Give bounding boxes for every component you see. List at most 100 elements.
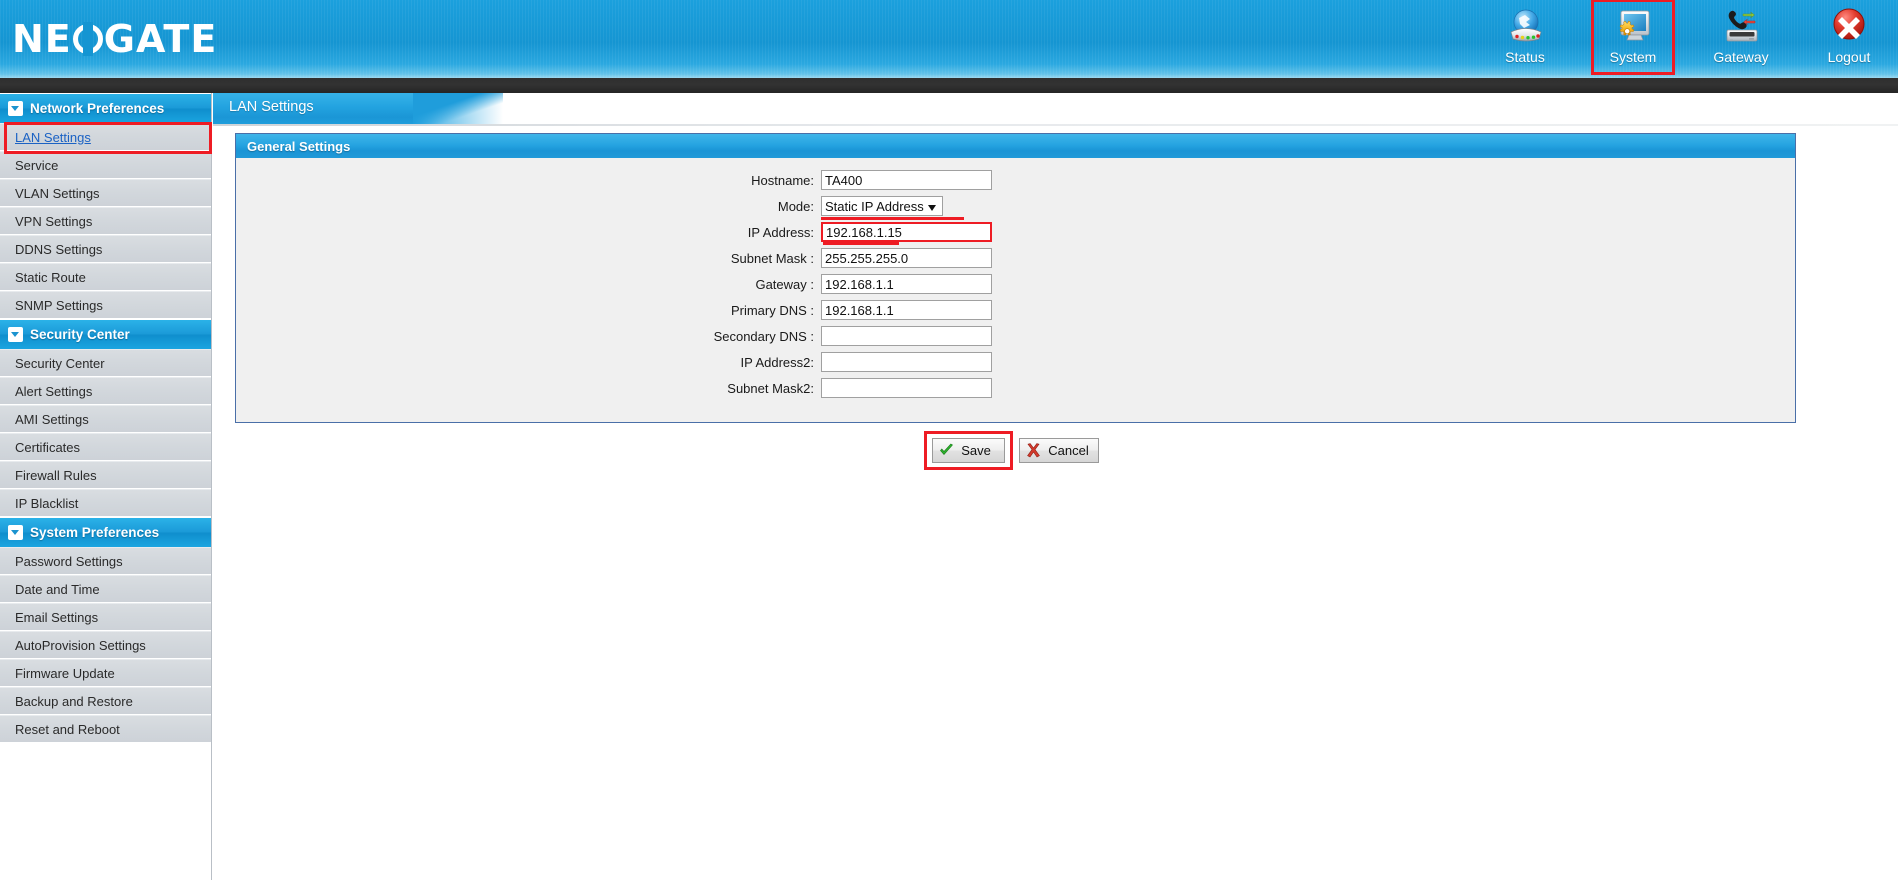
label-ip-address2: IP Address2:	[740, 354, 814, 370]
topnav-item-gateway[interactable]: ... Gateway	[1702, 2, 1780, 72]
label-subnet-mask: Subnet Mask :	[730, 250, 814, 266]
main-content: LAN Settings General Settings Hostname: …	[213, 93, 1898, 880]
subnet-mask2-input[interactable]	[821, 378, 992, 398]
topnav-label-status: Status	[1505, 49, 1545, 65]
panel-title: General Settings	[247, 138, 351, 154]
label-hostname: Hostname:	[751, 172, 814, 188]
save-button-label: Save	[961, 443, 991, 458]
sidebar-item-firmware-update[interactable]: Firmware Update	[0, 659, 211, 687]
form-row-ip-address2: IP Address2:	[236, 351, 1795, 373]
sidebar-item-label: VPN Settings	[15, 213, 93, 229]
sidebar-group-network-preferences[interactable]: Network Preferences	[0, 93, 211, 123]
sidebar-item-security-center[interactable]: Security Center	[0, 349, 211, 377]
cancel-button[interactable]: Cancel	[1019, 438, 1099, 463]
sidebar-group-label: Network Preferences	[30, 101, 165, 116]
sidebar-item-alert-settings[interactable]: Alert Settings	[0, 377, 211, 405]
control-hostname	[821, 170, 992, 190]
topnav-item-logout[interactable]: Logout	[1810, 2, 1888, 72]
label-gateway: Gateway :	[755, 276, 814, 292]
sidebar-item-label: Alert Settings	[15, 383, 93, 399]
sidebar-item-label: SNMP Settings	[15, 297, 103, 313]
sidebar-item-label: AMI Settings	[15, 411, 89, 427]
sidebar-item-snmp-settings[interactable]: SNMP Settings	[0, 291, 211, 319]
phone-gateway-icon: ...	[1719, 6, 1763, 48]
cancel-button-label: Cancel	[1048, 443, 1089, 458]
sidebar-navigation: Network Preferences LAN Settings Service…	[0, 93, 212, 880]
panel-header: General Settings	[236, 134, 1795, 158]
sidebar-item-ami-settings[interactable]: AMI Settings	[0, 405, 211, 433]
sidebar-item-label: Firewall Rules	[15, 467, 97, 483]
sidebar-item-certificates[interactable]: Certificates	[0, 433, 211, 461]
form-row-primary-dns: Primary DNS :	[236, 299, 1795, 321]
sidebar-group-system-preferences[interactable]: System Preferences	[0, 517, 211, 547]
form-row-subnet-mask: Subnet Mask :	[236, 247, 1795, 269]
neogate-logo: NE GATE	[12, 18, 217, 60]
sidebar-item-backup-and-restore[interactable]: Backup and Restore	[0, 687, 211, 715]
green-check-icon	[938, 442, 955, 459]
form-row-ip-address: IP Address:	[236, 221, 1795, 245]
page-tabbar: LAN Settings	[213, 93, 1898, 124]
sidebar-item-label: Static Route	[15, 269, 86, 285]
sidebar-group-security-center[interactable]: Security Center	[0, 319, 211, 349]
form-actions: Save Cancel	[235, 431, 1796, 470]
tabbar-underline	[213, 124, 1898, 126]
label-subnet-mask2: Subnet Mask2:	[727, 380, 814, 396]
control-mode: Static IP Address	[821, 196, 964, 220]
sidebar-item-vpn-settings[interactable]: VPN Settings	[0, 207, 211, 235]
secondary-dns-input[interactable]	[821, 326, 992, 346]
control-primary-dns	[821, 300, 992, 320]
sidebar-item-label: AutoProvision Settings	[15, 637, 146, 653]
topnav-item-system[interactable]: System	[1591, 0, 1675, 75]
sidebar-item-ddns-settings[interactable]: DDNS Settings	[0, 235, 211, 263]
control-ip-address	[821, 222, 992, 245]
mode-select[interactable]: Static IP Address	[821, 196, 943, 216]
subnet-mask-input[interactable]	[821, 248, 992, 268]
tab-label: LAN Settings	[229, 99, 314, 115]
sidebar-item-label: IP Blacklist	[15, 495, 79, 511]
primary-dns-input[interactable]	[821, 300, 992, 320]
sidebar-item-label: Backup and Restore	[15, 693, 133, 709]
sidebar-item-ip-blacklist[interactable]: IP Blacklist	[0, 489, 211, 517]
save-button[interactable]: Save	[932, 438, 1006, 463]
ip-address2-input[interactable]	[821, 352, 992, 372]
chevron-down-icon	[928, 205, 936, 211]
sidebar-item-service[interactable]: Service	[0, 151, 211, 179]
topnav-label-gateway: Gateway	[1713, 49, 1769, 65]
logout-cross-icon	[1827, 6, 1871, 48]
cancel-button-wrapper: Cancel	[1019, 438, 1099, 463]
logo-text-before: NE	[12, 17, 72, 61]
label-mode: Mode:	[777, 198, 814, 214]
sidebar-item-label: Date and Time	[15, 581, 100, 597]
sidebar-item-autoprovision-settings[interactable]: AutoProvision Settings	[0, 631, 211, 659]
sidebar-item-vlan-settings[interactable]: VLAN Settings	[0, 179, 211, 207]
sidebar-item-label: Email Settings	[15, 609, 99, 625]
label-primary-dns: Primary DNS :	[730, 302, 814, 318]
topnav-label-system: System	[1609, 49, 1657, 65]
form-row-subnet-mask2: Subnet Mask2:	[236, 377, 1795, 399]
hostname-input[interactable]	[821, 170, 992, 190]
sidebar-item-reset-and-reboot[interactable]: Reset and Reboot	[0, 715, 211, 743]
sidebar-group-label: Security Center	[30, 327, 130, 342]
monitor-gear-icon	[1611, 6, 1655, 48]
sidebar-item-label: Firmware Update	[15, 665, 115, 681]
save-button-wrapper: Save	[924, 431, 1014, 470]
sidebar-item-email-settings[interactable]: Email Settings	[0, 603, 211, 631]
ip-address-input[interactable]	[821, 222, 992, 242]
sidebar-item-lan-settings[interactable]: LAN Settings	[0, 123, 211, 151]
gateway-input[interactable]	[821, 274, 992, 294]
sidebar-item-static-route[interactable]: Static Route	[0, 263, 211, 291]
annotation-underline-ip-address	[823, 242, 899, 245]
sidebar-item-date-and-time[interactable]: Date and Time	[0, 575, 211, 603]
topnav-item-status[interactable]: Status	[1486, 2, 1564, 72]
form-row-mode: Mode: Static IP Address	[236, 195, 1795, 220]
control-gateway	[821, 274, 992, 294]
sidebar-item-firewall-rules[interactable]: Firewall Rules	[0, 461, 211, 489]
sidebar-item-password-settings[interactable]: Password Settings	[0, 547, 211, 575]
control-subnet-mask	[821, 248, 992, 268]
tab-fade-decoration	[413, 93, 503, 124]
sidebar-item-label: DDNS Settings	[15, 241, 103, 257]
top-header-bar: NE GATE Status System ... Gateway Logout	[0, 0, 1898, 78]
sidebar-group-label: System Preferences	[30, 525, 160, 540]
sidebar-item-label: Certificates	[15, 439, 81, 455]
panel-body: Hostname: Mode: Static IP Address	[236, 158, 1795, 399]
